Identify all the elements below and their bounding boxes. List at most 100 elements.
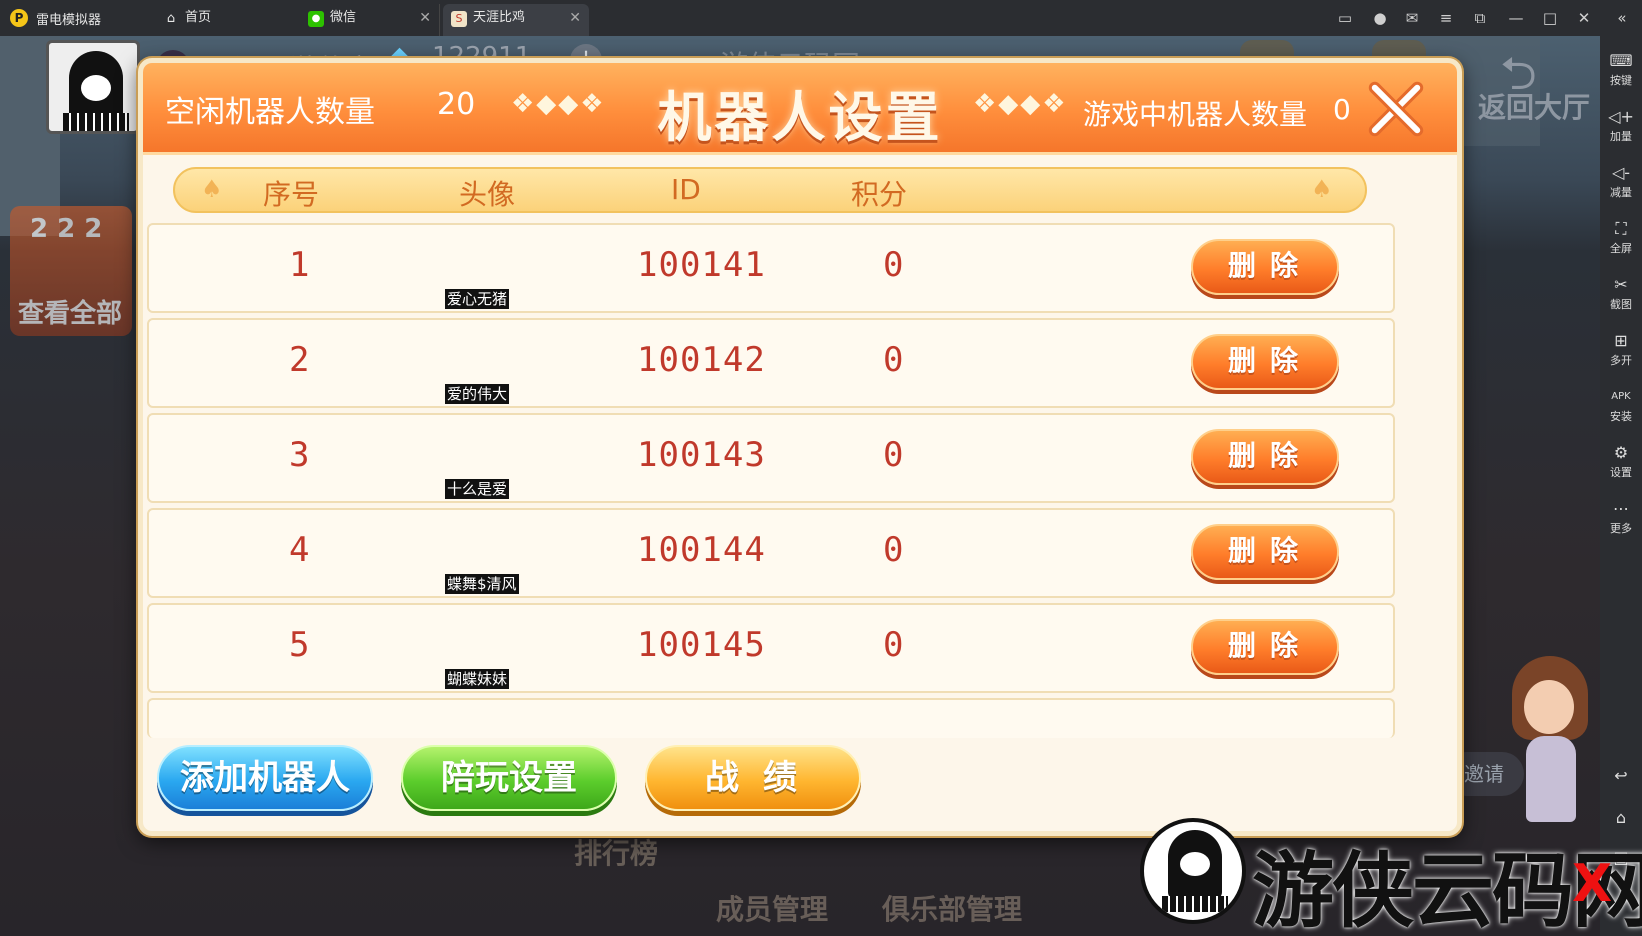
row-nickname: 蝴蝶妹妹 xyxy=(445,669,510,689)
back-nav-icon[interactable]: ↩ xyxy=(1611,766,1631,786)
minimize-icon[interactable]: — xyxy=(1506,8,1526,28)
apk-icon: APK xyxy=(1611,391,1631,402)
player-avatar[interactable] xyxy=(46,40,140,134)
collapse-sidebar-icon[interactable]: « xyxy=(1612,8,1632,28)
window-pin-icon[interactable]: ⧉ xyxy=(1470,8,1490,28)
sidebar-item-keys[interactable]: ⌨ 按键 xyxy=(1600,50,1642,100)
row-nickname: 爱的伟大 xyxy=(445,384,510,404)
sidebar-item-settings[interactable]: ⚙ 设置 xyxy=(1600,442,1642,492)
members-button[interactable]: 成员管理 xyxy=(716,888,828,928)
fullscreen-icon: ⛶ xyxy=(1615,219,1627,238)
logo-keyboard xyxy=(1162,896,1228,912)
add-robot-button[interactable]: 添加机器人 xyxy=(157,745,373,811)
row-seq: 5 xyxy=(289,625,310,665)
hostess-face xyxy=(1524,680,1574,734)
tab-wechat-label: 微信 xyxy=(330,10,357,25)
mail-icon[interactable]: ✉ xyxy=(1402,8,1422,28)
column-seq: 序号 xyxy=(263,178,320,211)
delete-button[interactable]: 删除 xyxy=(1191,429,1339,485)
tab-wechat-close-icon[interactable]: ✕ xyxy=(419,4,431,32)
avatar-face xyxy=(81,75,111,101)
table-row: 5 蝴蝶妹妹 100145 0 删除 xyxy=(147,603,1395,693)
sidebar-item-fullscreen[interactable]: ⛶ 全屏 xyxy=(1600,218,1642,268)
row-id: 100144 xyxy=(637,530,766,570)
sidebar-item-label: 全屏 xyxy=(1610,242,1632,255)
row-id: 100142 xyxy=(637,340,766,380)
keyboard-icon: ⌨ xyxy=(1609,51,1633,70)
row-id: 100141 xyxy=(637,245,766,285)
delete-button[interactable]: 删除 xyxy=(1191,239,1339,295)
tab-game-label: 天涯比鸡 xyxy=(473,10,526,25)
tab-home-label: 首页 xyxy=(185,10,212,25)
ranking-button[interactable]: 排行榜 xyxy=(574,832,658,872)
home-icon: ⌂ xyxy=(166,11,176,26)
sidebar-item-volume-down[interactable]: ◁- 减量 xyxy=(1600,162,1642,212)
sidebar-item-label: 更多 xyxy=(1610,522,1632,535)
row-score: 0 xyxy=(883,340,904,380)
back-to-hall-button[interactable]: 返回大厅 xyxy=(1478,86,1590,126)
tab-wechat[interactable]: ● 微信 ✕ xyxy=(300,4,440,36)
row-id: 100145 xyxy=(637,625,766,665)
close-dialog-button[interactable] xyxy=(1363,77,1427,141)
close-window-icon[interactable]: ✕ xyxy=(1574,8,1594,28)
delete-button[interactable]: 删除 xyxy=(1191,334,1339,390)
menu-icon[interactable]: ≡ xyxy=(1436,8,1456,28)
sidebar-item-multi-open[interactable]: ⊞ 多开 xyxy=(1600,330,1642,380)
sidebar-item-label: 多开 xyxy=(1610,354,1632,367)
row-score: 0 xyxy=(883,245,904,285)
maximize-icon[interactable]: □ xyxy=(1540,8,1560,28)
table-row: 3 十么是爱 100143 0 删除 xyxy=(147,413,1395,503)
sidebar-item-screenshot[interactable]: ✂ 截图 xyxy=(1600,274,1642,324)
sidebar-item-label: 减量 xyxy=(1610,186,1632,199)
sidebar-item-more[interactable]: ⋯ 更多 xyxy=(1600,498,1642,548)
multi-open-icon: ⊞ xyxy=(1614,331,1628,350)
sidebar-item-label: 截图 xyxy=(1610,298,1632,311)
club-management-button[interactable]: 俱乐部管理 xyxy=(882,888,1022,928)
row-seq: 1 xyxy=(289,245,310,285)
table-row: 4 蝶舞$清风 100144 0 删除 xyxy=(147,508,1395,598)
emulator-logo-icon: P xyxy=(10,9,28,27)
table-row: 1 爱心无猪 100141 0 删除 xyxy=(147,223,1395,313)
delete-button[interactable]: 删除 xyxy=(1191,524,1339,580)
spade-icon: ♠ xyxy=(201,175,223,203)
column-id: ID xyxy=(671,173,701,206)
watermark-logo: 游侠云码网 X xyxy=(1140,818,1642,936)
more-icon: ⋯ xyxy=(1613,499,1629,518)
sidebar-item-volume-up[interactable]: ◁+ 加量 xyxy=(1600,106,1642,156)
volume-down-icon: ◁- xyxy=(1611,163,1631,182)
row-score: 0 xyxy=(883,625,904,665)
logo-suffix: X xyxy=(1572,854,1613,914)
scissors-icon: ✂ xyxy=(1614,275,1628,294)
hostess-character xyxy=(1506,656,1594,826)
emulator-titlebar: P 雷电模拟器 ⌂ 首页 ● 微信 ✕ S 天涯比鸡 ✕ ▭ ● ✉ ≡ ⧉ —… xyxy=(0,0,1642,36)
sidebar-item-install[interactable]: APK 安装 xyxy=(1600,386,1642,436)
accompany-settings-button[interactable]: 陪玩设置 xyxy=(401,745,617,811)
tab-game-close-icon[interactable]: ✕ xyxy=(569,4,581,32)
row-nickname: 十么是爱 xyxy=(445,479,510,499)
wechat-icon: ● xyxy=(308,11,324,27)
game-app-icon: S xyxy=(451,11,467,27)
tab-game[interactable]: S 天涯比鸡 ✕ xyxy=(443,4,589,36)
volume-up-icon: ◁+ xyxy=(1608,107,1634,126)
row-score: 0 xyxy=(883,435,904,475)
user-account-icon[interactable]: ● xyxy=(1370,8,1390,28)
row-nickname: 爱心无猪 xyxy=(445,289,510,309)
table-row: 2 爱的伟大 100142 0 删除 xyxy=(147,318,1395,408)
emulator-sidebar: ⌨ 按键 ◁+ 加量 ◁- 减量 ⛶ 全屏 ✂ 截图 ⊞ 多开 APK 安装 ⚙… xyxy=(1600,36,1642,936)
view-all-label: 查看全部 xyxy=(18,299,123,329)
delete-button[interactable]: 删除 xyxy=(1191,619,1339,675)
gear-icon: ⚙ xyxy=(1613,443,1629,462)
record-button[interactable]: 战绩 xyxy=(645,745,861,811)
table-header: ♠ 序号 头像 ID 积分 ♠ xyxy=(173,167,1367,213)
tab-home[interactable]: ⌂ 首页 xyxy=(155,4,295,36)
playing-robot-count: 0 xyxy=(1333,93,1351,126)
dialog-header: 空闲机器人数量 20 ❖◆◆❖ 机器人设置 ❖◆◆❖ 游戏中机器人数量 0 xyxy=(143,63,1457,155)
sidebar-item-label: 设置 xyxy=(1610,466,1632,479)
playing-robot-label: 游戏中机器人数量 xyxy=(1083,98,1308,131)
decorative-diamonds-icon: ❖◆◆❖ xyxy=(973,89,1068,119)
gamepad-icon[interactable]: ▭ xyxy=(1335,8,1355,28)
view-all-button[interactable]: 2 2 2 查看全部 xyxy=(10,206,132,336)
row-seq: 2 xyxy=(289,340,310,380)
row-seq: 4 xyxy=(289,530,310,570)
column-avatar: 头像 xyxy=(459,178,516,211)
